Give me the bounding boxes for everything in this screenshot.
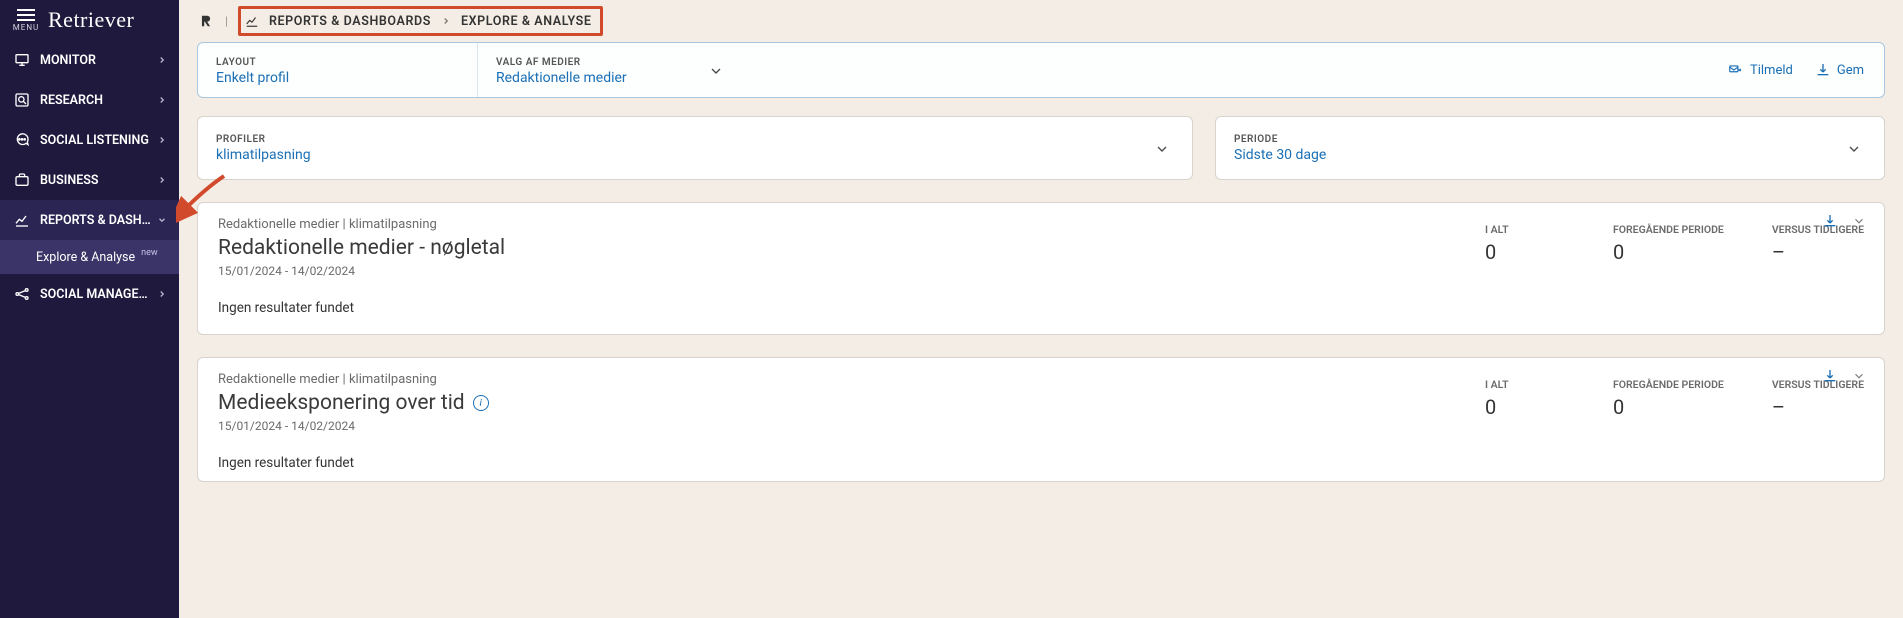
breadcrumb-reports[interactable]: REPORTS & DASHBOARDS: [269, 14, 431, 29]
layout-select[interactable]: LAYOUT Enkelt profil: [198, 43, 478, 97]
chevron-right-icon: [155, 175, 169, 185]
chevron-down-icon[interactable]: [1852, 369, 1866, 383]
card-title: Medieeksponering over tid i: [218, 391, 489, 415]
brand-logo: Retriever: [48, 7, 134, 33]
download-icon[interactable]: [1822, 368, 1838, 384]
menu-label: MENU: [13, 23, 39, 32]
card-body: Ingen resultater fundet: [218, 300, 1864, 316]
stat-vs: VERSUS TIDLIGERE –: [1772, 378, 1864, 419]
card-dates: 15/01/2024 - 14/02/2024: [218, 264, 505, 278]
breadcrumb-highlight: REPORTS & DASHBOARDS EXPLORE & ANALYSE: [238, 6, 603, 36]
period-select[interactable]: PERIODE Sidste 30 dage: [1215, 116, 1885, 180]
profile-select[interactable]: PROFILER klimatilpasning: [197, 116, 1193, 180]
sidebar-item-monitor[interactable]: MONITOR: [0, 40, 179, 80]
sidebar-sub-explore[interactable]: Explore & Analyse new: [0, 240, 179, 274]
card-body: Ingen resultater fundet: [218, 455, 1864, 471]
sidebar-item-research[interactable]: RESEARCH: [0, 80, 179, 120]
chevron-right-icon: [155, 95, 169, 105]
chevron-down-icon: [1846, 141, 1862, 157]
brand-row: MENU Retriever: [0, 0, 179, 40]
save-button[interactable]: Gem: [1815, 62, 1864, 78]
breadcrumb: | REPORTS & DASHBOARDS EXPLORE & ANALYSE: [197, 0, 1885, 38]
network-icon: [12, 286, 32, 302]
stat-total: I ALT 0: [1485, 223, 1565, 264]
chevron-right-icon: [441, 16, 451, 26]
hamburger-icon: [17, 9, 35, 21]
sidebar-item-business[interactable]: BUSINESS: [0, 160, 179, 200]
mail-arrow-icon: [1726, 63, 1744, 77]
stat-vs: VERSUS TIDLIGERE –: [1772, 223, 1864, 264]
card-dates: 15/01/2024 - 14/02/2024: [218, 419, 489, 433]
chevron-right-icon: [155, 289, 169, 299]
chevron-down-icon[interactable]: [1852, 214, 1866, 228]
card-exposure: Redaktionelle medier | klimatilpasning M…: [197, 357, 1885, 482]
research-icon: [12, 92, 32, 108]
media-select[interactable]: VALG AF MEDIER Redaktionelle medier: [478, 43, 738, 97]
briefcase-icon: [12, 172, 32, 188]
chevron-down-icon: [708, 63, 724, 79]
layout-filter-bar: LAYOUT Enkelt profil VALG AF MEDIER Reda…: [197, 42, 1885, 98]
menu-button[interactable]: MENU: [4, 0, 48, 40]
secondary-filters: PROFILER klimatilpasning PERIODE Sidste …: [197, 116, 1885, 180]
download-icon: [1815, 62, 1831, 78]
chevron-right-icon: [155, 135, 169, 145]
sidebar-item-social-listening[interactable]: SOCIAL LISTENING: [0, 120, 179, 160]
card-keyfigures: Redaktionelle medier | klimatilpasning R…: [197, 202, 1885, 335]
stat-prev: FOREGÅENDE PERIODE 0: [1613, 223, 1724, 264]
main: | REPORTS & DASHBOARDS EXPLORE & ANALYSE…: [179, 0, 1903, 618]
monitor-icon: [12, 52, 32, 68]
info-icon[interactable]: i: [473, 395, 489, 411]
retriever-mark-icon: [199, 12, 215, 30]
card-meta: Redaktionelle medier | klimatilpasning: [218, 372, 489, 387]
sidebar: MENU Retriever MONITOR RESEARCH: [0, 0, 179, 618]
subscribe-button[interactable]: Tilmeld: [1726, 63, 1793, 78]
sidebar-item-reports[interactable]: REPORTS & DASHBO…: [0, 200, 179, 240]
download-icon[interactable]: [1822, 213, 1838, 229]
sidebar-item-social-management[interactable]: SOCIAL MANAGEME…: [0, 274, 179, 314]
stat-prev: FOREGÅENDE PERIODE 0: [1613, 378, 1724, 419]
chevron-right-icon: [155, 55, 169, 65]
chevron-down-icon: [1154, 141, 1170, 157]
sidebar-nav: MONITOR RESEARCH SOCIAL LISTENING: [0, 40, 179, 314]
chevron-down-icon: [155, 215, 169, 225]
chart-line-icon: [245, 14, 259, 28]
chart-line-icon: [12, 212, 32, 228]
breadcrumb-explore[interactable]: EXPLORE & ANALYSE: [461, 14, 592, 29]
chat-icon: [12, 132, 32, 148]
stat-total: I ALT 0: [1485, 378, 1565, 419]
new-badge: new: [141, 248, 158, 258]
card-title: Redaktionelle medier - nøgletal: [218, 236, 505, 260]
card-meta: Redaktionelle medier | klimatilpasning: [218, 217, 505, 232]
